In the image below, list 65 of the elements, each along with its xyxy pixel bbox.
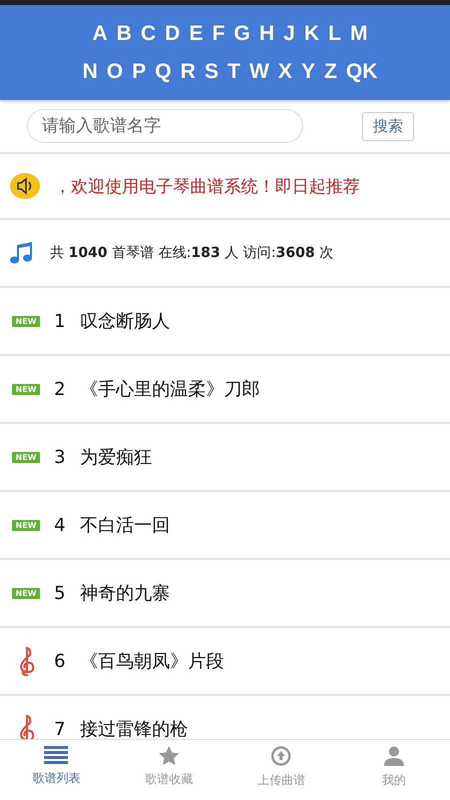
nav-tab[interactable]: 我的 (338, 740, 450, 800)
letter-button[interactable]: N (82, 60, 98, 84)
letter-button[interactable]: G (234, 22, 250, 46)
song-row[interactable]: NEW 4 不白活一回 (0, 492, 450, 560)
song-title: 为爱痴狂 (80, 446, 152, 469)
letter-button[interactable]: Q (154, 60, 172, 84)
song-number: 4 (54, 514, 66, 536)
new-badge: NEW (12, 452, 40, 462)
letter-button[interactable]: P (132, 60, 146, 84)
speaker-icon (10, 173, 40, 199)
letter-button[interactable]: K (304, 22, 320, 46)
song-row[interactable]: NEW 2 《手心里的温柔》刀郎 (0, 356, 450, 424)
upload-icon (271, 746, 292, 766)
letter-button[interactable]: C (140, 22, 156, 46)
letter-button[interactable]: R (180, 60, 196, 84)
star-icon (158, 746, 179, 765)
new-badge: NEW (12, 316, 40, 326)
letter-button[interactable]: E (189, 22, 204, 46)
new-badge: NEW (12, 520, 40, 530)
song-row[interactable]: NEW 1 叹念断肠人 (0, 288, 450, 356)
song-title: 不白活一回 (80, 514, 170, 537)
song-number: 1 (54, 310, 66, 332)
letter-button[interactable]: L (328, 22, 342, 46)
song-title: 接过雷锋的枪 (80, 718, 188, 739)
letter-button[interactable]: D (164, 22, 180, 46)
list-icon (44, 746, 68, 764)
song-number: 6 (54, 650, 66, 672)
letter-button[interactable]: S (204, 60, 219, 84)
song-row[interactable]: NEW 5 神奇的九寨 (0, 560, 450, 628)
letter-button[interactable]: T (228, 60, 240, 84)
letter-button[interactable]: A (92, 22, 108, 46)
treble-clef-icon (18, 645, 36, 677)
song-title: 神奇的九寨 (80, 582, 170, 605)
stats-text: 共 1040 首琴谱 在线:183 人 访问:3608 次 (50, 244, 334, 262)
letter-button[interactable]: X (278, 60, 292, 84)
nav-tab[interactable]: 上传曲谱 (225, 740, 338, 800)
song-number: 3 (54, 446, 66, 468)
song-number: 5 (54, 582, 66, 604)
search-field[interactable]: 请输入歌谱名字 (27, 109, 303, 143)
song-title: 叹念断肠人 (80, 310, 170, 333)
notice-text: ，欢迎使用电子琴曲谱系统！即日起推荐 (54, 176, 360, 198)
song-row[interactable]: NEW 3 为爱痴狂 (0, 424, 450, 492)
music-note-icon (10, 242, 34, 264)
letter-button[interactable]: O (106, 60, 123, 84)
treble-clef-icon (18, 713, 36, 739)
new-badge: NEW (12, 588, 40, 598)
letter-button[interactable]: QK (346, 60, 378, 84)
song-number: 2 (54, 378, 66, 400)
song-row[interactable]: 6 《百鸟朝凤》片段 (0, 628, 450, 696)
song-title: 《手心里的温柔》刀郎 (80, 378, 260, 401)
song-title: 《百鸟朝凤》片段 (80, 650, 224, 673)
letter-button[interactable]: B (116, 22, 132, 46)
letter-button[interactable]: Z (324, 60, 338, 84)
letter-button[interactable]: J (283, 22, 296, 46)
new-badge: NEW (12, 384, 40, 394)
letter-button[interactable]: W (249, 60, 270, 84)
letter-button[interactable]: F (212, 22, 225, 46)
letter-button[interactable]: M (350, 22, 368, 46)
letter-button[interactable]: Y (301, 60, 316, 84)
nav-tab[interactable]: 歌谱列表 (0, 740, 112, 800)
letter-button[interactable]: H (259, 22, 274, 46)
user-icon (384, 746, 404, 766)
song-number: 7 (54, 718, 66, 739)
search-button[interactable]: 搜索 (362, 112, 414, 140)
nav-tab[interactable]: 歌谱收藏 (112, 740, 225, 800)
